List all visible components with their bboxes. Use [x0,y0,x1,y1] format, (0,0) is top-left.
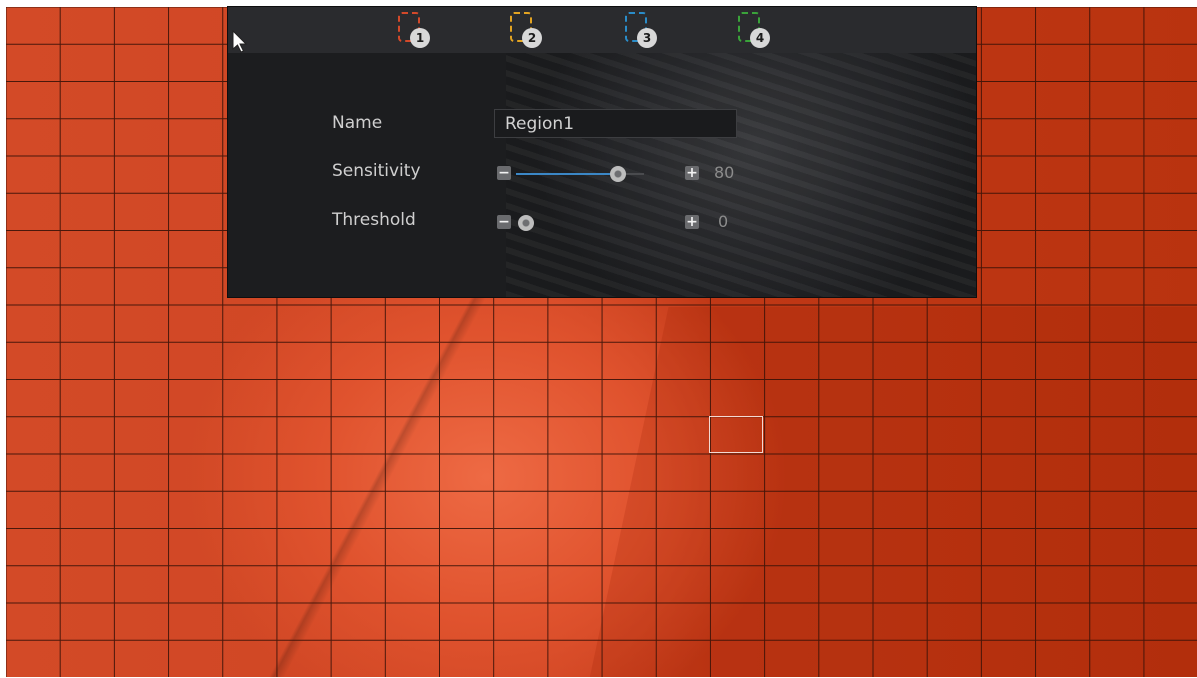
region-tab-1[interactable]: 1 [388,7,442,53]
sensitivity-slider[interactable] [516,166,644,182]
minus-icon: − [498,165,510,181]
threshold-slider-knob[interactable] [518,215,534,231]
threshold-increase-button[interactable]: + [685,215,699,229]
sensitivity-slider-fill [516,173,618,175]
region-tab-3[interactable]: 3 [615,7,669,53]
mouse-pointer-icon [232,30,248,53]
threshold-decrease-button[interactable]: − [497,215,511,229]
minus-icon: − [498,214,510,230]
threshold-slider[interactable] [518,215,644,231]
sensitivity-value: 80 [714,163,735,182]
sensitivity-increase-button[interactable]: + [685,166,699,180]
region-1-number-badge: 1 [410,28,430,48]
sensitivity-slider-knob[interactable] [610,166,626,182]
region-tab-4[interactable]: 4 [728,7,782,53]
sensitivity-decrease-button[interactable]: − [497,166,511,180]
region-2-number-badge: 2 [522,28,542,48]
region-settings-panel: 1 2 3 4 Name Sensitivity − + 80 Threshol… [228,7,976,297]
sensitivity-label: Sensitivity [332,161,421,181]
name-field[interactable] [494,109,737,138]
grid-cell-highlight[interactable] [709,416,763,453]
name-label: Name [332,113,383,133]
region-3-number-badge: 3 [637,28,657,48]
region-tab-2[interactable]: 2 [500,7,554,53]
threshold-label: Threshold [332,210,416,230]
plus-icon: + [686,165,698,181]
region-4-number-badge: 4 [750,28,770,48]
threshold-value: 0 [718,212,729,231]
plus-icon: + [686,214,698,230]
region-tab-bar: 1 2 3 4 [228,7,976,53]
